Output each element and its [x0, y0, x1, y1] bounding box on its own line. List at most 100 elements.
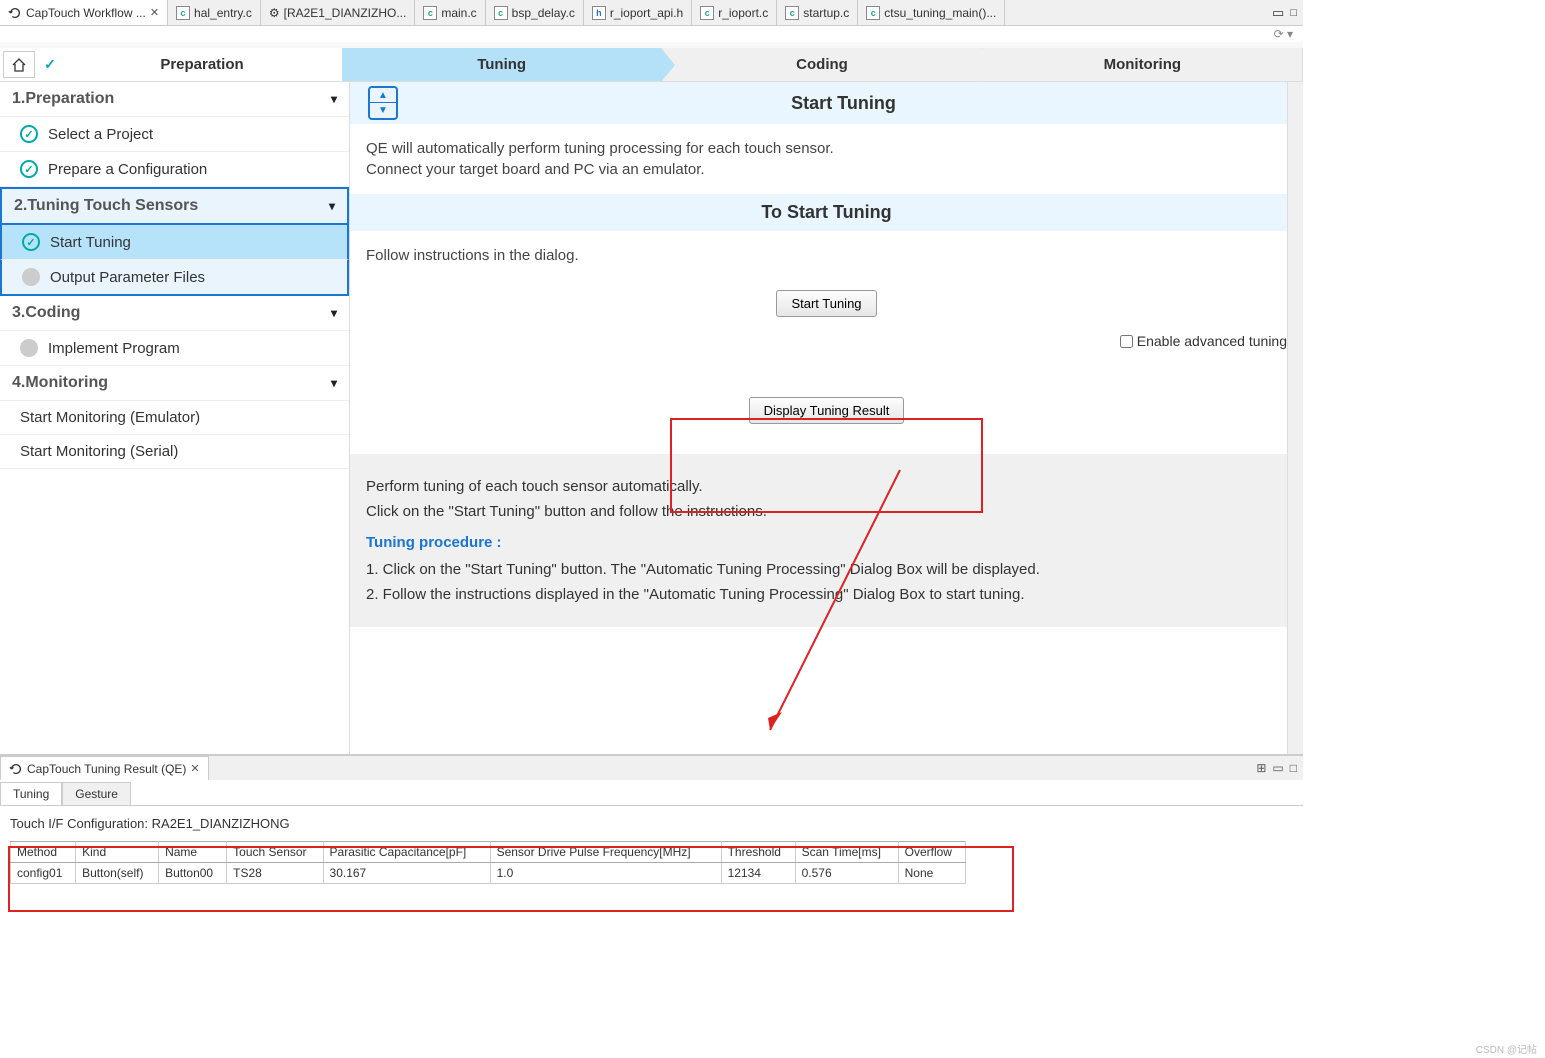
- tab-startup[interactable]: c startup.c: [777, 0, 858, 25]
- h-file-icon: h: [592, 6, 606, 20]
- tab-captouch-workflow[interactable]: CapTouch Workflow ... ✕: [0, 0, 168, 25]
- col-scan-time[interactable]: Scan Time[ms]: [795, 842, 898, 863]
- col-parasitic[interactable]: Parasitic Capacitance[pF]: [323, 842, 490, 863]
- start-tuning-button[interactable]: Start Tuning: [776, 290, 876, 317]
- table-row[interactable]: config01 Button(self) Button00 TS28 30.1…: [11, 863, 966, 884]
- step-monitoring[interactable]: Monitoring: [983, 48, 1303, 81]
- col-kind[interactable]: Kind: [76, 842, 159, 863]
- up-button[interactable]: ▲: [370, 88, 396, 103]
- section-coding[interactable]: 3.Coding▾: [0, 296, 349, 331]
- col-overflow[interactable]: Overflow: [898, 842, 965, 863]
- scrollbar[interactable]: [1287, 82, 1303, 754]
- panel-toolbar-icon[interactable]: ⊞: [1256, 761, 1266, 775]
- home-button[interactable]: [3, 51, 35, 78]
- body-text: Click on the "Start Tuning" button and f…: [366, 503, 1287, 520]
- content-pane: ▲ ▼ Start Tuning QE will automatically p…: [350, 82, 1303, 754]
- chevron-down-icon: ▾: [329, 199, 335, 213]
- info-section: Perform tuning of each touch sensor auto…: [350, 454, 1303, 627]
- close-icon[interactable]: ✕: [150, 6, 159, 19]
- chevron-down-icon: ▾: [331, 92, 337, 106]
- maximize-icon[interactable]: □: [1290, 7, 1297, 19]
- panel-tab-label: CapTouch Tuning Result (QE): [27, 762, 186, 776]
- c-file-icon: c: [700, 6, 714, 20]
- tab-label: ctsu_tuning_main()...: [884, 6, 996, 20]
- step-preparation[interactable]: Preparation: [62, 48, 342, 81]
- procedure-step: 2. Follow the instructions displayed in …: [366, 586, 1287, 603]
- tab-ioport-api[interactable]: h r_ioport_api.h: [584, 0, 692, 25]
- sidebar-item-label: Prepare a Configuration: [48, 161, 207, 178]
- section-header-start-tuning: ▲ ▼ Start Tuning: [350, 82, 1303, 124]
- tab-label: bsp_delay.c: [512, 6, 575, 20]
- sidebar-item-select-project[interactable]: ✓Select a Project: [0, 117, 349, 152]
- home-icon: [11, 57, 27, 73]
- minimize-icon[interactable]: ▭: [1272, 5, 1284, 21]
- sidebar-item-start-tuning[interactable]: ✓Start Tuning: [0, 225, 349, 260]
- c-file-icon: c: [494, 6, 508, 20]
- sidebar-item-label: Start Monitoring (Serial): [20, 443, 178, 460]
- enable-advanced-label[interactable]: Enable advanced tuning: [1120, 333, 1287, 349]
- c-file-icon: c: [866, 6, 880, 20]
- tab-ioport[interactable]: c r_ioport.c: [692, 0, 777, 25]
- c-file-icon: c: [785, 6, 799, 20]
- col-frequency[interactable]: Sensor Drive Pulse Frequency[MHz]: [490, 842, 721, 863]
- tab-label: r_ioport_api.h: [610, 6, 683, 20]
- section-monitoring[interactable]: 4.Monitoring▾: [0, 366, 349, 401]
- watermark: CSDN @记帖: [1476, 1041, 1537, 1056]
- panel-tab-result[interactable]: CapTouch Tuning Result (QE) ✕: [0, 756, 209, 780]
- sidebar-item-label: Implement Program: [48, 340, 180, 357]
- sidebar-item-implement[interactable]: Implement Program: [0, 331, 349, 366]
- check-icon: ✓: [38, 48, 62, 81]
- down-button[interactable]: ▼: [370, 103, 396, 118]
- loop-icon: [9, 762, 23, 776]
- sidebar-item-prepare-config[interactable]: ✓Prepare a Configuration: [0, 152, 349, 187]
- body-text: Connect your target board and PC via an …: [366, 161, 1287, 178]
- chevron-down-icon: ▾: [331, 306, 337, 320]
- minimize-icon[interactable]: ▭: [1272, 761, 1283, 775]
- body-text: Perform tuning of each touch sensor auto…: [366, 478, 1287, 495]
- col-threshold[interactable]: Threshold: [721, 842, 795, 863]
- section-tuning[interactable]: 2.Tuning Touch Sensors▾: [0, 187, 349, 225]
- subtab-gesture[interactable]: Gesture: [62, 782, 131, 805]
- section-nav-buttons: ▲ ▼: [368, 86, 398, 120]
- workflow-steps: ✓ Preparation Tuning Coding Monitoring: [0, 48, 1303, 82]
- loop-icon: [8, 6, 22, 20]
- c-file-icon: c: [176, 6, 190, 20]
- tab-hal-entry[interactable]: chal_entry.c: [168, 0, 261, 25]
- dot-icon: [22, 268, 40, 286]
- procedure-heading: Tuning procedure :: [366, 534, 1287, 551]
- tab-label: CapTouch Workflow ...: [26, 6, 146, 20]
- sidebar-item-output-files[interactable]: Output Parameter Files: [0, 260, 349, 296]
- toolbar-icon[interactable]: ⟳ ▾: [1274, 27, 1293, 41]
- gear-icon: ⚙: [269, 6, 280, 20]
- maximize-icon[interactable]: □: [1290, 761, 1297, 775]
- section-header-to-start: To Start Tuning: [350, 194, 1303, 231]
- tab-ctsu-tuning[interactable]: c ctsu_tuning_main()...: [858, 0, 1005, 25]
- sidebar-item-monitoring-emu[interactable]: Start Monitoring (Emulator): [0, 401, 349, 435]
- col-method[interactable]: Method: [11, 842, 76, 863]
- tab-ra2e1[interactable]: ⚙ [RA2E1_DIANZIZHO...: [261, 0, 415, 25]
- col-name[interactable]: Name: [159, 842, 227, 863]
- sidebar-item-monitoring-serial[interactable]: Start Monitoring (Serial): [0, 435, 349, 469]
- tab-label: [RA2E1_DIANZIZHO...: [284, 6, 407, 20]
- display-tuning-result-button[interactable]: Display Tuning Result: [749, 397, 905, 424]
- section-preparation[interactable]: 1.Preparation▾: [0, 82, 349, 117]
- body-text: QE will automatically perform tuning pro…: [366, 140, 1287, 157]
- section-title: Start Tuning: [400, 93, 1287, 114]
- subtab-tuning[interactable]: Tuning: [0, 782, 62, 805]
- check-circle-icon: ✓: [20, 125, 38, 143]
- tab-label: r_ioport.c: [718, 6, 768, 20]
- col-touch-sensor[interactable]: Touch Sensor: [227, 842, 323, 863]
- step-coding[interactable]: Coding: [662, 48, 982, 81]
- procedure-step: 1. Click on the "Start Tuning" button. T…: [366, 561, 1287, 578]
- close-icon[interactable]: ✕: [190, 762, 199, 775]
- tab-main[interactable]: cmain.c: [415, 0, 485, 25]
- body-text: Follow instructions in the dialog.: [366, 247, 1287, 264]
- tab-label: main.c: [441, 6, 476, 20]
- dot-icon: [20, 339, 38, 357]
- tab-bsp-delay[interactable]: c bsp_delay.c: [486, 0, 584, 25]
- enable-advanced-checkbox[interactable]: [1120, 335, 1133, 348]
- step-tuning[interactable]: Tuning: [342, 48, 662, 81]
- check-circle-icon: ✓: [22, 233, 40, 251]
- table-header-row: Method Kind Name Touch Sensor Parasitic …: [11, 842, 966, 863]
- tab-label: startup.c: [803, 6, 849, 20]
